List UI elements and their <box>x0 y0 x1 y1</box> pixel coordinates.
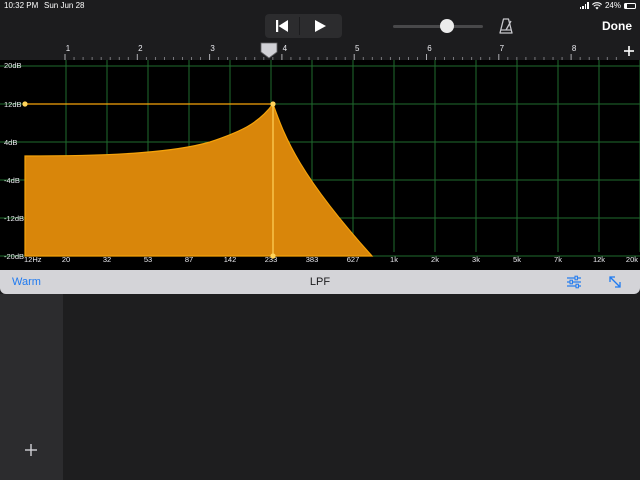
cutoff-frequency-handle <box>270 253 276 259</box>
add-section-button[interactable] <box>622 44 636 58</box>
status-date: Sun Jun 28 <box>44 1 85 10</box>
track-region-area[interactable] <box>63 294 640 480</box>
battery-icon <box>624 2 636 9</box>
cellular-signal-icon <box>579 2 589 9</box>
db-axis-label: 12dB <box>4 100 22 109</box>
db-axis-label: -20dB <box>4 252 24 261</box>
ruler-bar-label: 1 <box>66 44 71 53</box>
db-axis-label: 20dB <box>4 61 22 70</box>
ruler-bar-label: 5 <box>355 44 360 53</box>
filter-response-graph[interactable]: 20dB 12dB 4dB -4dB -12dB -20dB 12Hz 20 32 53 87 142… <box>0 60 640 270</box>
db-axis-label: -12dB <box>4 214 24 223</box>
sliders-icon <box>567 275 581 289</box>
timeline-ruler[interactable]: 1 2 3 4 5 6 7 8 <box>0 40 640 60</box>
ruler-ticks: 1 2 3 4 5 6 7 8 <box>64 42 617 60</box>
ruler-bar-label: 7 <box>500 44 505 53</box>
status-bar: 10:32 PM Sun Jun 28 24% <box>0 0 640 13</box>
done-button[interactable]: Done <box>602 19 632 33</box>
expand-plugin-button[interactable] <box>607 274 623 290</box>
play-button[interactable] <box>303 14 337 38</box>
db-axis-label: 4dB <box>4 138 17 147</box>
skip-to-start-icon <box>276 20 288 32</box>
db-axis-label: -4dB <box>4 176 20 185</box>
volume-slider-knob[interactable] <box>440 19 454 33</box>
plugin-control-bar: Warm LPF <box>0 270 640 294</box>
status-indicators: 24% <box>579 1 636 10</box>
ruler-bar-label: 8 <box>572 44 577 53</box>
wifi-icon <box>591 1 602 9</box>
ruler-bar-label: 6 <box>427 44 432 53</box>
add-track-button[interactable] <box>23 442 39 458</box>
metronome-button[interactable] <box>497 17 515 35</box>
plus-icon <box>624 46 634 56</box>
freq-axis-label: 3k <box>472 255 480 264</box>
freq-axis-label: 20k <box>626 255 638 264</box>
transport-controls <box>265 14 342 38</box>
cutoff-peak-handle <box>270 101 276 107</box>
status-time: 10:32 PM <box>4 1 39 10</box>
filter-settings-button[interactable] <box>566 275 582 289</box>
toolbar: Done <box>0 13 640 40</box>
resize-icon <box>609 276 621 288</box>
metronome-icon <box>499 18 513 34</box>
tracks-area <box>0 294 640 480</box>
go-to-start-button[interactable] <box>265 14 299 38</box>
track-headers-column <box>0 294 63 480</box>
playhead-marker <box>260 42 278 59</box>
freq-axis-label: 2k <box>431 255 439 264</box>
freq-axis-label: 7k <box>554 255 562 264</box>
ruler-bar-label: 2 <box>138 44 143 53</box>
resonance-handle <box>22 101 28 107</box>
play-icon <box>315 20 326 32</box>
plus-icon <box>25 444 37 456</box>
freq-axis-label: 1k <box>390 255 398 264</box>
master-volume-slider[interactable] <box>393 25 483 28</box>
battery-percent: 24% <box>604 1 621 10</box>
filter-type-label: LPF <box>309 276 331 288</box>
ruler-bar-label: 4 <box>283 44 288 53</box>
ruler-bar-label: 3 <box>210 44 215 53</box>
freq-axis-label: 12k <box>593 255 605 264</box>
freq-axis-label: 5k <box>513 255 521 264</box>
